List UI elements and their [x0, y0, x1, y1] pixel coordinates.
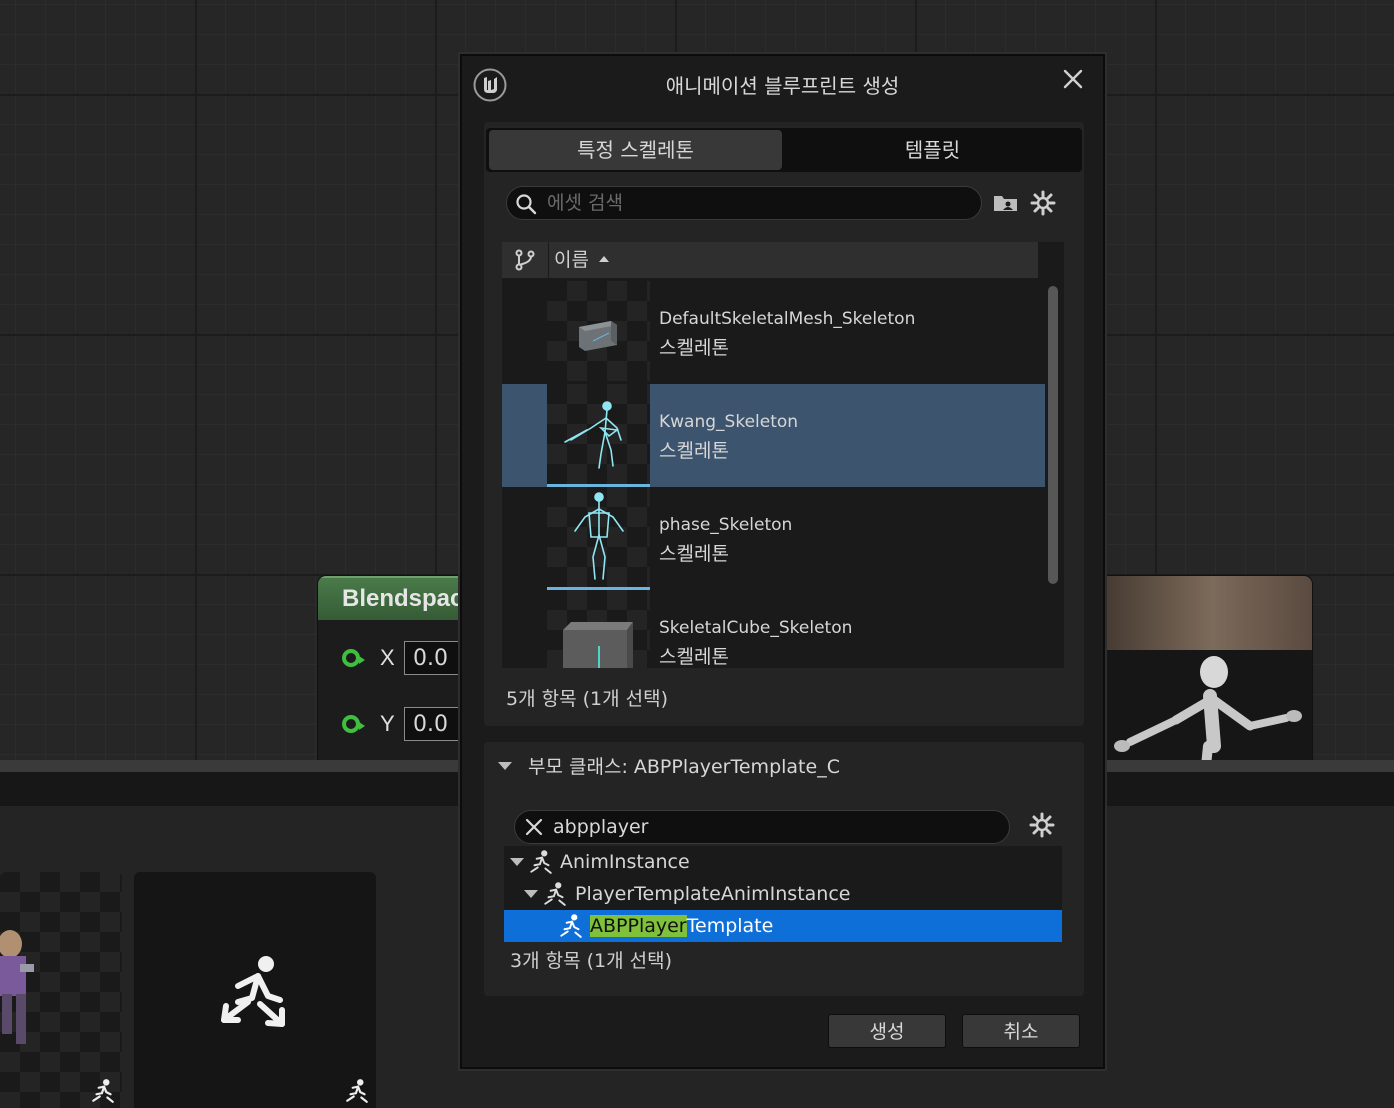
asset-name: DefaultSkeletalMesh_Skeleton: [659, 309, 916, 329]
asset-search-input[interactable]: [547, 187, 967, 219]
expand-arrow-icon[interactable]: [524, 890, 538, 898]
dialog-title: 애니메이션 블루프린트 생성: [665, 74, 900, 98]
anim-blueprint-icon: [92, 1079, 114, 1103]
cube-mesh-icon: [579, 321, 617, 351]
asset-type: 스켈레톤: [659, 440, 729, 462]
collapse-arrow-icon[interactable]: [498, 762, 512, 770]
header-separator: [548, 242, 549, 278]
pin-x-label: X: [380, 645, 395, 670]
anim-class-icon: [544, 882, 566, 906]
animation-preview-node[interactable]: [1090, 576, 1312, 766]
list-item[interactable]: SkeletalCube_Skeleton 스켈레톤: [502, 590, 1045, 668]
skeleton-asset-list[interactable]: 이름 DefaultSkeletalMesh_Skeleton 스켈레톤 Kwa…: [502, 242, 1064, 668]
cube-skeleton-icon: [563, 622, 633, 668]
tree-item-abpplayertemplate[interactable]: ABPPlayerTemplate: [504, 910, 1062, 942]
asset-type: 스켈레톤: [659, 543, 729, 565]
cancel-button[interactable]: 취소: [962, 1014, 1080, 1048]
tab-template[interactable]: 템플릿: [786, 130, 1079, 170]
list-item[interactable]: phase_Skeleton 스켈레톤: [502, 487, 1045, 590]
class-tree-status: 3개 항목 (1개 선택): [510, 950, 673, 972]
pin-row-x: X 0.0: [342, 640, 464, 676]
character-figure-icon: [0, 930, 34, 1044]
clear-search-icon[interactable]: [525, 818, 543, 836]
tree-item-label: ABPPlayerTemplate: [590, 915, 774, 937]
close-icon[interactable]: [1058, 64, 1088, 94]
tree-item-label: AnimInstance: [560, 851, 690, 873]
tab-specific-skeleton[interactable]: 특정 스켈레톤: [489, 130, 782, 170]
anim-class-icon: [560, 914, 582, 938]
asset-type: 스켈레톤: [659, 337, 729, 359]
tree-item-animinstance[interactable]: AnimInstance: [504, 846, 1062, 878]
skeleton-list-status: 5개 항목 (1개 선택): [506, 688, 669, 710]
anim-blueprint-large-icon: [221, 956, 285, 1027]
list-item[interactable]: Kwang_Skeleton 스켈레톤: [502, 384, 1045, 487]
skeleton-thumbnail: [547, 384, 650, 484]
asset-thumbnail-character[interactable]: [0, 872, 122, 1108]
asset-name: SkeletalCube_Skeleton: [659, 618, 853, 638]
asset-type: 스켈레톤: [659, 646, 729, 668]
anim-class-icon: [530, 850, 552, 874]
anim-blueprint-icon: [346, 1079, 368, 1103]
mode-tabs: 특정 스켈레톤 템플릿: [486, 128, 1082, 172]
preview-sky: [1090, 576, 1312, 650]
column-header-name[interactable]: 이름: [554, 242, 609, 278]
pin-row-y: Y 0.0: [342, 706, 464, 742]
settings-gear-icon[interactable]: [1030, 190, 1056, 216]
settings-gear-icon[interactable]: [1029, 812, 1055, 838]
pin-y-value[interactable]: 0.0: [404, 707, 464, 741]
skeleton-thumbnail: [547, 590, 650, 668]
asset-thumbnail-anim-blueprint[interactable]: [134, 872, 376, 1108]
list-header: 이름: [502, 242, 1038, 278]
pin-x-icon[interactable]: [342, 649, 365, 667]
dialog-title-bar[interactable]: 애니메이션 블루프린트 생성: [462, 56, 1103, 116]
asset-name: phase_Skeleton: [659, 515, 793, 535]
class-search-input[interactable]: [553, 811, 993, 843]
pin-y-label: Y: [380, 711, 395, 736]
sort-ascending-icon: [598, 255, 609, 262]
create-button[interactable]: 생성: [828, 1014, 946, 1048]
class-tree[interactable]: AnimInstance PlayerTemplateAnimInstance …: [504, 846, 1062, 942]
asset-name: Kwang_Skeleton: [659, 412, 799, 432]
parent-class-header[interactable]: 부모 클래스: ABPPlayerTemplate_C: [528, 752, 840, 779]
skeleton-thumbnail: [547, 281, 650, 381]
search-match-highlight: ABPPlayer: [590, 915, 687, 937]
pin-y-icon[interactable]: [342, 715, 365, 733]
asset-search-box[interactable]: [506, 186, 982, 220]
skeleton-thumbnail: [547, 487, 650, 587]
pin-x-value[interactable]: 0.0: [404, 641, 464, 675]
list-item[interactable]: DefaultSkeletalMesh_Skeleton 스켈레톤: [502, 281, 1045, 384]
create-anim-blueprint-dialog: 애니메이션 블루프린트 생성 특정 스켈레톤 템플릿 에셋 검색 이름 Defa…: [460, 54, 1105, 1069]
source-control-branch-icon[interactable]: [514, 249, 536, 271]
search-icon: [516, 194, 537, 215]
tree-item-label: PlayerTemplateAnimInstance: [575, 883, 851, 905]
class-search-box[interactable]: [514, 810, 1010, 844]
tree-item-playertemplateaniminstance[interactable]: PlayerTemplateAnimInstance: [504, 878, 1062, 910]
expand-arrow-icon[interactable]: [510, 858, 524, 866]
list-scrollbar-thumb[interactable]: [1048, 286, 1058, 584]
folder-filter-icon[interactable]: [992, 192, 1020, 214]
mannequin-running-icon: [1114, 656, 1302, 766]
list-scrollbar[interactable]: [1048, 286, 1058, 584]
skeleton-figure-icon: [574, 492, 624, 580]
skeleton-figure-icon: [564, 401, 622, 469]
